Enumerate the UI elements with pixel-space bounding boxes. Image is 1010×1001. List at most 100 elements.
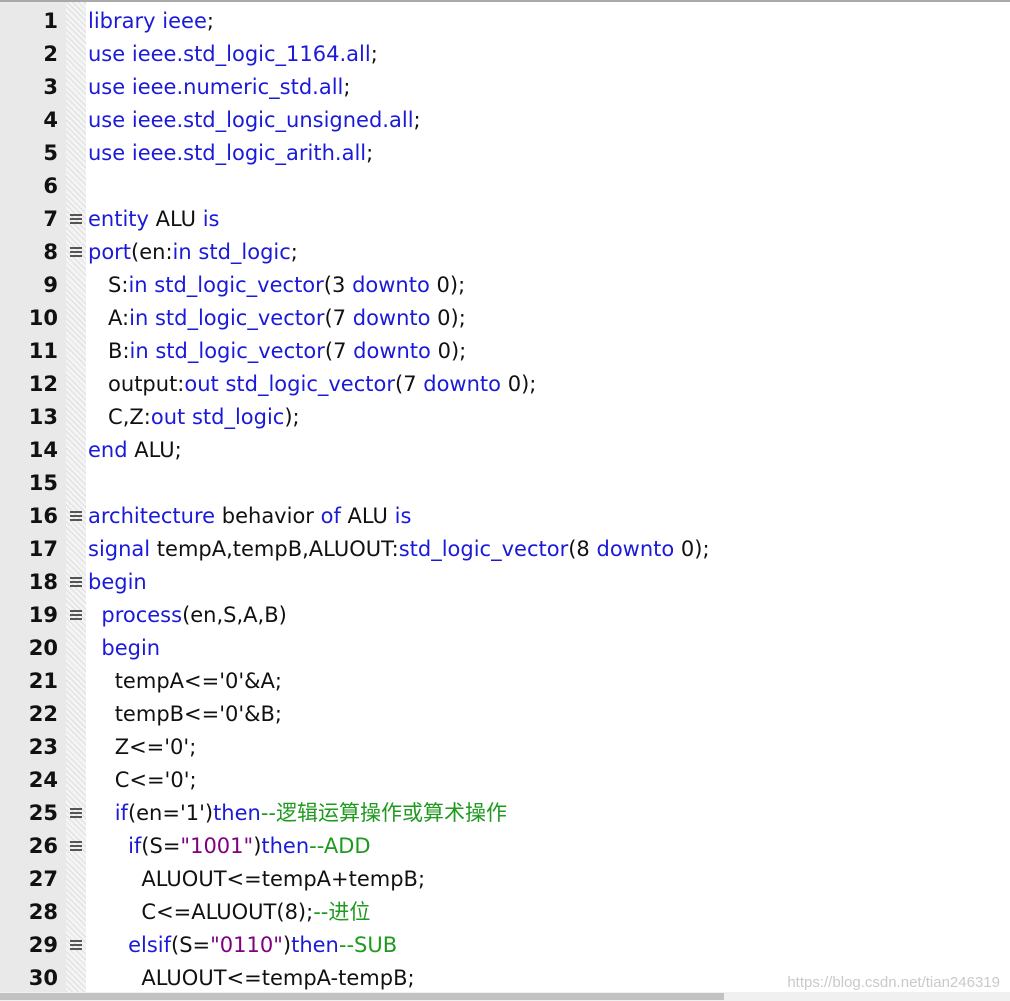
code-text: library ieee;: [88, 5, 214, 38]
token-id: S:: [108, 273, 129, 297]
token-id: ;: [366, 141, 374, 165]
code-line[interactable]: 14 end ALU;: [0, 434, 1010, 467]
token-kw: if: [114, 801, 128, 825]
code-text: use ieee.std_logic_unsigned.all;: [88, 104, 421, 137]
token-kw: is: [202, 207, 220, 231]
token-kw: ieee.std_logic_arith.all: [131, 141, 367, 165]
code-line[interactable]: 5 use ieee.std_logic_arith.all;: [0, 137, 1010, 170]
token-id: C,Z:: [108, 405, 151, 429]
token-kw: of: [320, 504, 341, 528]
line-number: 21: [28, 669, 58, 693]
line-number: 8: [43, 240, 58, 264]
code-line[interactable]: 8 port(en:in std_logic;: [0, 236, 1010, 269]
code-text: Z<='0';: [88, 731, 197, 764]
line-number: 26: [28, 834, 58, 858]
token-kw: ieee.numeric_std.all: [131, 75, 344, 99]
token-id: ;: [206, 9, 214, 33]
token-kw: ieee.std_logic_unsigned.all: [131, 108, 414, 132]
fold-toggle-icon[interactable]: [70, 214, 82, 225]
code-line[interactable]: 13 C,Z:out std_logic);: [0, 401, 1010, 434]
fold-toggle-icon[interactable]: [70, 511, 82, 522]
fold-toggle-icon[interactable]: [70, 808, 82, 819]
token-id: [185, 405, 192, 429]
code-line[interactable]: 7 entity ALU is: [0, 203, 1010, 236]
code-line[interactable]: 15: [0, 467, 1010, 500]
token-id: (en='1'): [127, 801, 214, 825]
fold-toggle-icon[interactable]: [70, 577, 82, 588]
token-id: Z<='0';: [114, 735, 197, 759]
token-id: tempA,tempB,ALUOUT:: [150, 537, 399, 561]
code-line[interactable]: 18 begin: [0, 566, 1010, 599]
code-line[interactable]: 29 elsif(S="0110")then--SUB: [0, 929, 1010, 962]
code-line[interactable]: 21 tempA<='0'&A;: [0, 665, 1010, 698]
token-id: ;: [343, 75, 351, 99]
fold-toggle-icon[interactable]: [70, 841, 82, 852]
token-num: 0: [507, 372, 522, 396]
token-id: [674, 537, 681, 561]
token-id: );: [450, 339, 467, 363]
token-id: tempA<='0'&A;: [114, 669, 282, 693]
token-num: 7: [333, 339, 347, 363]
token-id: );: [521, 372, 537, 396]
code-line[interactable]: 19 process(en,S,A,B): [0, 599, 1010, 632]
token-id: [346, 306, 353, 330]
token-kw: then: [261, 834, 310, 858]
code-line[interactable]: 28 C<=ALUOUT(8);--进位: [0, 896, 1010, 929]
code-line[interactable]: 26 if(S="1001")then--ADD: [0, 830, 1010, 863]
code-editor[interactable]: 1 library ieee; 2 use ieee.std_logic_1164.a…: [0, 0, 1010, 1001]
token-kw: port: [88, 240, 132, 264]
token-id: (: [324, 339, 334, 363]
code-line[interactable]: 20 begin: [0, 632, 1010, 665]
token-id: [430, 273, 437, 297]
code-line[interactable]: 22 tempB<='0'&B;: [0, 698, 1010, 731]
token-num: 0: [680, 537, 695, 561]
token-id: [125, 75, 132, 99]
line-number: 17: [28, 537, 58, 561]
code-line[interactable]: 27 ALUOUT<=tempA+tempB;: [0, 863, 1010, 896]
code-line[interactable]: 23 Z<='0';: [0, 731, 1010, 764]
horizontal-scrollbar[interactable]: [0, 992, 1010, 1001]
token-kw: std_logic_vector: [155, 339, 325, 363]
code-text: use ieee.std_logic_1164.all;: [88, 38, 378, 71]
watermark: https://blog.csdn.net/tian246319: [787, 974, 1000, 991]
token-id: (en,S,A,B): [182, 603, 287, 627]
line-number: 28: [28, 900, 58, 924]
code-line[interactable]: 2 use ieee.std_logic_1164.all;: [0, 38, 1010, 71]
token-id: ;: [290, 240, 298, 264]
fold-toggle-icon[interactable]: [70, 610, 82, 621]
token-id: ALU;: [127, 438, 182, 462]
code-line[interactable]: 1 library ieee;: [0, 5, 1010, 38]
token-id: tempB<='0'&B;: [114, 702, 283, 726]
code-line[interactable]: 12 output:out std_logic_vector(7 downto …: [0, 368, 1010, 401]
fold-toggle-icon[interactable]: [70, 940, 82, 951]
scrollbar-thumb[interactable]: [0, 993, 724, 1000]
code-line[interactable]: 11 B:in std_logic_vector(7 downto 0);: [0, 335, 1010, 368]
token-num: 8: [576, 537, 590, 561]
code-text: B:in std_logic_vector(7 downto 0);: [88, 335, 466, 368]
code-line[interactable]: 6: [0, 170, 1010, 203]
token-cmt: --SUB: [338, 933, 398, 957]
token-id: ALU: [340, 504, 395, 528]
code-line[interactable]: 3 use ieee.numeric_std.all;: [0, 71, 1010, 104]
token-kw: ieee.std_logic_1164.all: [131, 42, 371, 66]
code-line[interactable]: 4 use ieee.std_logic_unsigned.all;: [0, 104, 1010, 137]
code-line[interactable]: 24 C<='0';: [0, 764, 1010, 797]
code-text: signal tempA,tempB,ALUOUT:std_logic_vect…: [88, 533, 710, 566]
fold-toggle-icon[interactable]: [70, 247, 82, 258]
code-line[interactable]: 17 signal tempA,tempB,ALUOUT:std_logic_ve…: [0, 533, 1010, 566]
code-line[interactable]: 9 S:in std_logic_vector(3 downto 0);: [0, 269, 1010, 302]
code-line[interactable]: 10 A:in std_logic_vector(7 downto 0);: [0, 302, 1010, 335]
line-number: 6: [43, 174, 58, 198]
token-kw: downto: [352, 306, 431, 330]
code-line[interactable]: 25 if(en='1')then--逻辑运算操作或算术操作: [0, 797, 1010, 830]
code-line[interactable]: 16 architecture behavior of ALU is: [0, 500, 1010, 533]
token-str: "0110": [210, 933, 283, 957]
